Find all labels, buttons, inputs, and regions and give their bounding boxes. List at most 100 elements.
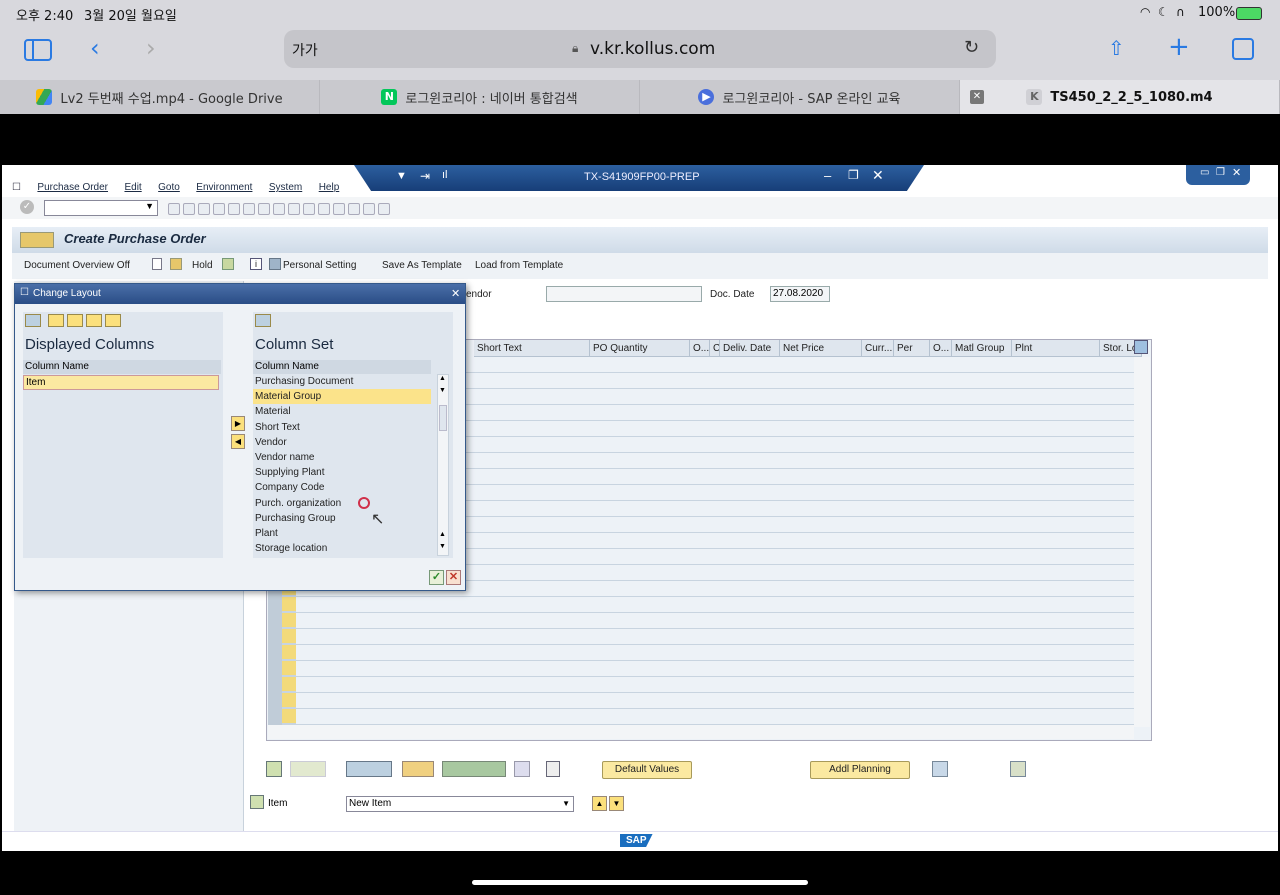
list-item[interactable]: Vendor (253, 435, 431, 450)
menu-purchase-order[interactable]: Purchase Order (37, 182, 108, 193)
move-top-icon[interactable] (86, 314, 103, 327)
insert-icon[interactable] (402, 761, 434, 777)
list-item[interactable]: Short Text (253, 420, 431, 435)
col-short-text[interactable]: Short Text (474, 340, 590, 357)
open-icon[interactable] (170, 258, 182, 270)
col-plant[interactable]: Plnt (1012, 340, 1100, 357)
print-icon[interactable] (228, 203, 240, 215)
menu-help[interactable]: Help (319, 182, 340, 193)
pin-icon[interactable]: ⇥ (420, 169, 430, 183)
list-item[interactable]: Vendor name (253, 450, 431, 465)
col-per[interactable]: Per (894, 340, 930, 357)
exit-icon[interactable] (198, 203, 210, 215)
back-icon[interactable]: ‹ (90, 34, 100, 62)
col-matl-group[interactable]: Matl Group (952, 340, 1012, 357)
share-icon[interactable]: ⇧ (1108, 36, 1125, 60)
col-c[interactable]: C (710, 340, 720, 357)
col-po-quantity[interactable]: PO Quantity (590, 340, 690, 357)
list-item[interactable]: Plant (253, 526, 431, 541)
restore-icon[interactable]: ❐ (848, 168, 859, 182)
col-opu[interactable]: O... (930, 340, 952, 357)
menu-environment[interactable]: Environment (196, 182, 252, 193)
doc-overview-button[interactable]: Document Overview Off (24, 260, 130, 271)
cancel-icon[interactable]: ✕ (446, 570, 461, 585)
find-icon[interactable] (243, 203, 255, 215)
tab-google-drive[interactable]: Lv2 두번째 수업.mp4 - Google Drive (0, 80, 320, 114)
confirm-icon[interactable]: ✓ (429, 570, 444, 585)
planning-icon[interactable] (932, 761, 948, 777)
displayed-item[interactable]: Item (23, 375, 219, 390)
find-icon[interactable] (25, 314, 41, 327)
check-icon[interactable] (222, 258, 234, 270)
reload-icon[interactable]: ↻ (964, 37, 979, 58)
list-item[interactable]: Purchasing Document (253, 374, 431, 389)
scroll-down-icon[interactable]: ▼ (439, 543, 446, 550)
enter-icon[interactable]: ✓ (20, 200, 34, 214)
delete-icon[interactable] (346, 761, 392, 777)
help-icon[interactable] (363, 203, 375, 215)
vertical-scrollbar[interactable] (1134, 357, 1150, 727)
move-bottom-icon[interactable] (105, 314, 122, 327)
remove-column-icon[interactable]: ◀ (231, 434, 245, 449)
export-icon[interactable] (514, 761, 530, 777)
add-column-icon[interactable]: ▶ (231, 416, 245, 431)
address-bar[interactable]: 가가 🔒︎ v.kr.kollus.com ↻ (284, 30, 996, 68)
layout-icon[interactable] (378, 203, 390, 215)
tab-active-video[interactable]: ✕ K TS450_2_2_5_1080.m4 (960, 80, 1280, 114)
next-page-icon[interactable] (303, 203, 315, 215)
col-currency[interactable]: Curr... (862, 340, 894, 357)
close-icon[interactable]: ✕ (872, 167, 884, 184)
dialog-close-icon[interactable]: ✕ (451, 287, 460, 300)
item-select[interactable]: New Item ▼ (346, 796, 574, 812)
sidebar-icon[interactable] (24, 39, 52, 61)
prev-item-icon[interactable]: ▲ (592, 796, 607, 811)
hold-button[interactable]: Hold (192, 260, 213, 271)
menu-system[interactable]: System (269, 182, 302, 193)
maximize-icon[interactable]: ❐ (1216, 167, 1225, 178)
last-page-icon[interactable] (318, 203, 330, 215)
command-field[interactable]: ▼ (44, 200, 158, 216)
scroll-up-icon[interactable]: ▲ (439, 531, 446, 538)
new-session-icon[interactable] (333, 203, 345, 215)
next-item-icon[interactable]: ▼ (609, 796, 624, 811)
details-icon[interactable] (266, 761, 282, 777)
list-item[interactable]: Purchasing Group (253, 511, 431, 526)
horizontal-scrollbar[interactable] (268, 725, 1134, 739)
col-deliv-date[interactable]: Deliv. Date (720, 340, 780, 357)
col-net-price[interactable]: Net Price (780, 340, 862, 357)
copy-icon[interactable] (290, 761, 326, 777)
info-icon[interactable]: i (250, 258, 262, 270)
close-icon[interactable]: ✕ (1232, 166, 1241, 179)
load-template-button[interactable]: Load from Template (475, 260, 563, 271)
list-item[interactable]: Storage location (253, 541, 431, 556)
list-item[interactable]: Purch. organization (253, 496, 431, 511)
minimize-icon[interactable]: – (824, 168, 831, 183)
prev-page-icon[interactable] (288, 203, 300, 215)
move-down-icon[interactable] (67, 314, 84, 327)
url-text[interactable]: v.kr.kollus.com (590, 39, 715, 59)
col-order-unit[interactable]: O... (690, 340, 710, 357)
cancel-icon[interactable] (213, 203, 225, 215)
scroll-thumb[interactable] (439, 405, 447, 431)
move-up-icon[interactable] (48, 314, 65, 327)
scroll-down-icon[interactable]: ▼ (439, 387, 446, 394)
close-tab-icon[interactable]: ✕ (970, 90, 984, 104)
tabs-overview-icon[interactable] (1232, 38, 1254, 60)
sort-filter-icon[interactable] (442, 761, 506, 777)
menu-goto[interactable]: Goto (158, 182, 180, 193)
find-icon[interactable] (255, 314, 271, 327)
new-doc-icon[interactable] (152, 258, 162, 270)
addl-planning-button[interactable]: Addl Planning (810, 761, 910, 779)
minimize-icon[interactable]: ▭ (1200, 167, 1209, 178)
column-config-icon[interactable] (1134, 340, 1148, 354)
list-item-selected[interactable]: Material Group (253, 389, 431, 405)
list-scrollbar[interactable]: ▲ ▼ ▲ ▼ (437, 374, 449, 556)
vendor-field[interactable] (546, 286, 702, 302)
save-icon[interactable] (168, 203, 180, 215)
shortcut-icon[interactable] (348, 203, 360, 215)
list-item[interactable]: Material (253, 404, 431, 419)
save-template-button[interactable]: Save As Template (382, 260, 462, 271)
docdate-field[interactable]: 27.08.2020 (770, 286, 830, 302)
services-icon[interactable] (1010, 761, 1026, 777)
menu-edit[interactable]: Edit (124, 182, 141, 193)
